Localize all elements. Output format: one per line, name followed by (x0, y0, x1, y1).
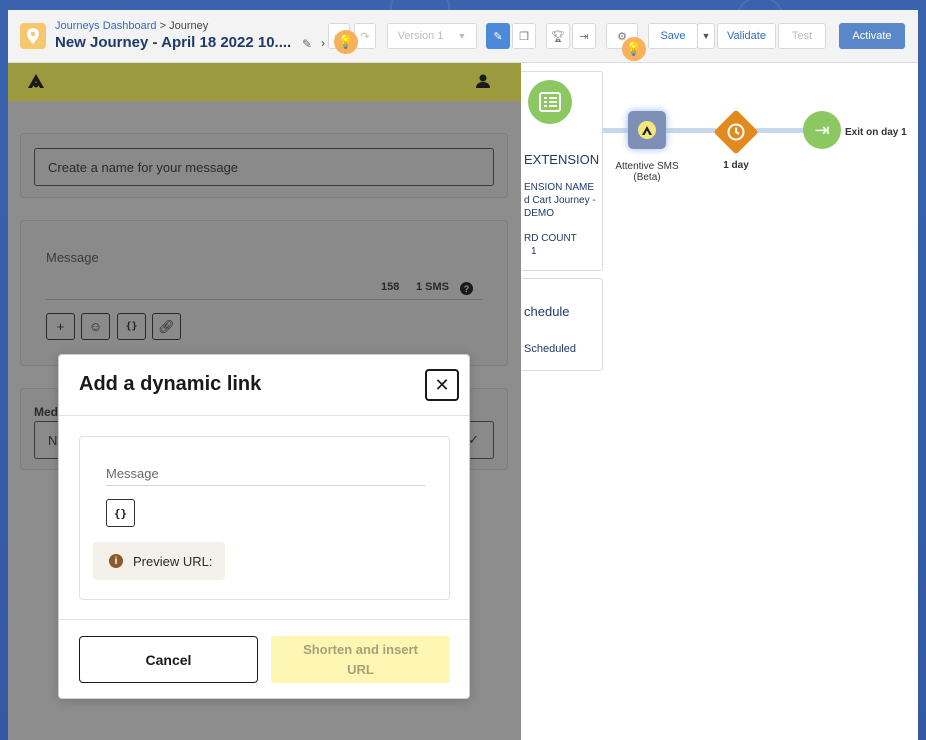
link-button[interactable]: 🔗︎ (152, 313, 181, 340)
flow-connector (666, 128, 716, 133)
message-input[interactable]: Message (106, 466, 159, 481)
attentive-logo-icon (28, 74, 44, 93)
divider (59, 415, 469, 416)
wait-node-label: 1 day (723, 160, 749, 171)
exit-icon: ⇥ (579, 30, 589, 43)
plus-icon: + (56, 319, 65, 334)
exit-node-label: Exit on day 1 (845, 127, 907, 138)
extension-name-label: ENSION NAME (524, 182, 595, 193)
emoji-button[interactable]: ☺ (81, 313, 110, 340)
message-label: Message (46, 250, 99, 265)
version-select-label: Version 1 (397, 30, 444, 42)
braces-icon: {} (113, 506, 128, 520)
activate-button[interactable]: Activate (839, 23, 905, 49)
shorten-and-insert-button[interactable]: Shorten and insert URL (271, 636, 450, 683)
flow-connector (756, 128, 806, 133)
save-button-label: Save (660, 30, 686, 42)
exit-icon: ⇥ (814, 119, 830, 140)
preview-url: i Preview URL: (93, 542, 225, 580)
close-icon: ✕ (434, 374, 450, 395)
attentive-sms-sublabel: (Beta) (633, 172, 661, 183)
copy-icon: ❐ (519, 30, 529, 43)
pencil-icon: ✎ (493, 30, 503, 43)
chevron-down-icon: ▼ (457, 31, 467, 41)
exit-node[interactable]: ⇥ (803, 111, 841, 149)
breadcrumb-journeys-dashboard[interactable]: Journeys Dashboard (55, 20, 157, 32)
chevron-down-icon: ▼ (701, 31, 711, 41)
shorten-button-label-line2: URL (347, 661, 374, 677)
preview-url-label: Preview URL: (133, 553, 213, 569)
extension-name-value-2: DEMO (524, 208, 554, 219)
braces-icon: {} (125, 321, 138, 332)
flow-connector (603, 128, 630, 133)
test-button[interactable]: Test (778, 23, 826, 49)
shorten-button-label-line1: Shorten and insert (303, 641, 418, 657)
smiley-icon: ☺ (88, 319, 103, 334)
divider (46, 299, 482, 300)
edit-mode-button[interactable]: ✎ (486, 23, 510, 49)
goal-button[interactable]: 🏆︎ (546, 23, 570, 49)
attentive-sms-node[interactable] (628, 111, 666, 149)
extension-name-value: d Cart Journey - (524, 195, 596, 206)
help-icon[interactable]: ? (460, 282, 473, 295)
edit-pencil-icon[interactable]: ✎ (302, 37, 312, 51)
lightbulb-hint-icon[interactable]: 💡 (334, 30, 358, 54)
message-underline (106, 485, 425, 486)
exit-criteria-button[interactable]: ⇥ (572, 23, 596, 49)
attentive-logo-icon (638, 121, 656, 139)
save-button[interactable]: Save (648, 23, 698, 49)
link-editor-card: Message {} i Preview URL: (79, 436, 450, 600)
char-count: 158 (381, 281, 400, 293)
chevron-right-icon[interactable]: › (321, 36, 325, 50)
message-card: Message 158 1 SMS ? + ☺ {} 🔗︎ (20, 220, 508, 366)
dynamic-link-modal: Add a dynamic link ✕ Message {} i Previe… (58, 354, 470, 699)
close-button[interactable]: ✕ (425, 369, 459, 401)
attentive-sms-label: Attentive SMS (Beta) (613, 161, 681, 183)
breadcrumb-separator: > (159, 20, 167, 32)
version-select[interactable]: Version 1 ▼ (387, 23, 477, 49)
divider (59, 619, 469, 620)
media-select-value: N (48, 432, 58, 448)
media-label: Med (34, 405, 58, 419)
list-icon (528, 80, 572, 124)
validate-button[interactable]: Validate (717, 23, 776, 49)
extension-title: EXTENSION (524, 152, 600, 167)
validate-button-label: Validate (727, 30, 766, 42)
header-toolbar: Journeys Dashboard > Journey New Journey… (8, 10, 918, 63)
modal-title: Add a dynamic link (79, 373, 262, 395)
schedule-status: Scheduled (524, 343, 576, 355)
journey-title[interactable]: New Journey - April 18 2022 10.... (55, 34, 291, 51)
copy-button[interactable]: ❐ (512, 23, 536, 49)
save-menu-button[interactable]: ▼ (697, 23, 715, 49)
trophy-icon: 🏆︎ (551, 30, 565, 43)
user-avatar-icon[interactable] (475, 73, 491, 94)
record-count-value: 1 (531, 246, 537, 257)
wait-node[interactable] (713, 109, 759, 155)
test-button-label: Test (791, 30, 813, 42)
variable-button[interactable]: {} (106, 499, 135, 527)
map-pin-icon (20, 23, 46, 49)
breadcrumb-current: Journey (169, 20, 209, 32)
schedule-title: chedule (524, 304, 570, 319)
attentive-sms-label-text: Attentive SMS (615, 161, 679, 172)
breadcrumb: Journeys Dashboard > Journey (55, 20, 208, 32)
redo-icon: ↷ (360, 30, 370, 43)
add-button[interactable]: + (46, 313, 75, 340)
cancel-button[interactable]: Cancel (79, 636, 258, 683)
record-count-label: RD COUNT (524, 233, 577, 244)
info-icon: i (109, 554, 123, 568)
message-name-card: Create a name for your message (20, 133, 508, 198)
panel-header-bar (8, 63, 521, 101)
sms-count: 1 SMS (416, 281, 450, 293)
link-icon: 🔗︎ (158, 318, 175, 334)
message-name-input[interactable]: Create a name for your message (34, 148, 494, 186)
variable-button[interactable]: {} (117, 313, 146, 340)
lightbulb-hint-icon[interactable]: 💡 (622, 37, 646, 61)
